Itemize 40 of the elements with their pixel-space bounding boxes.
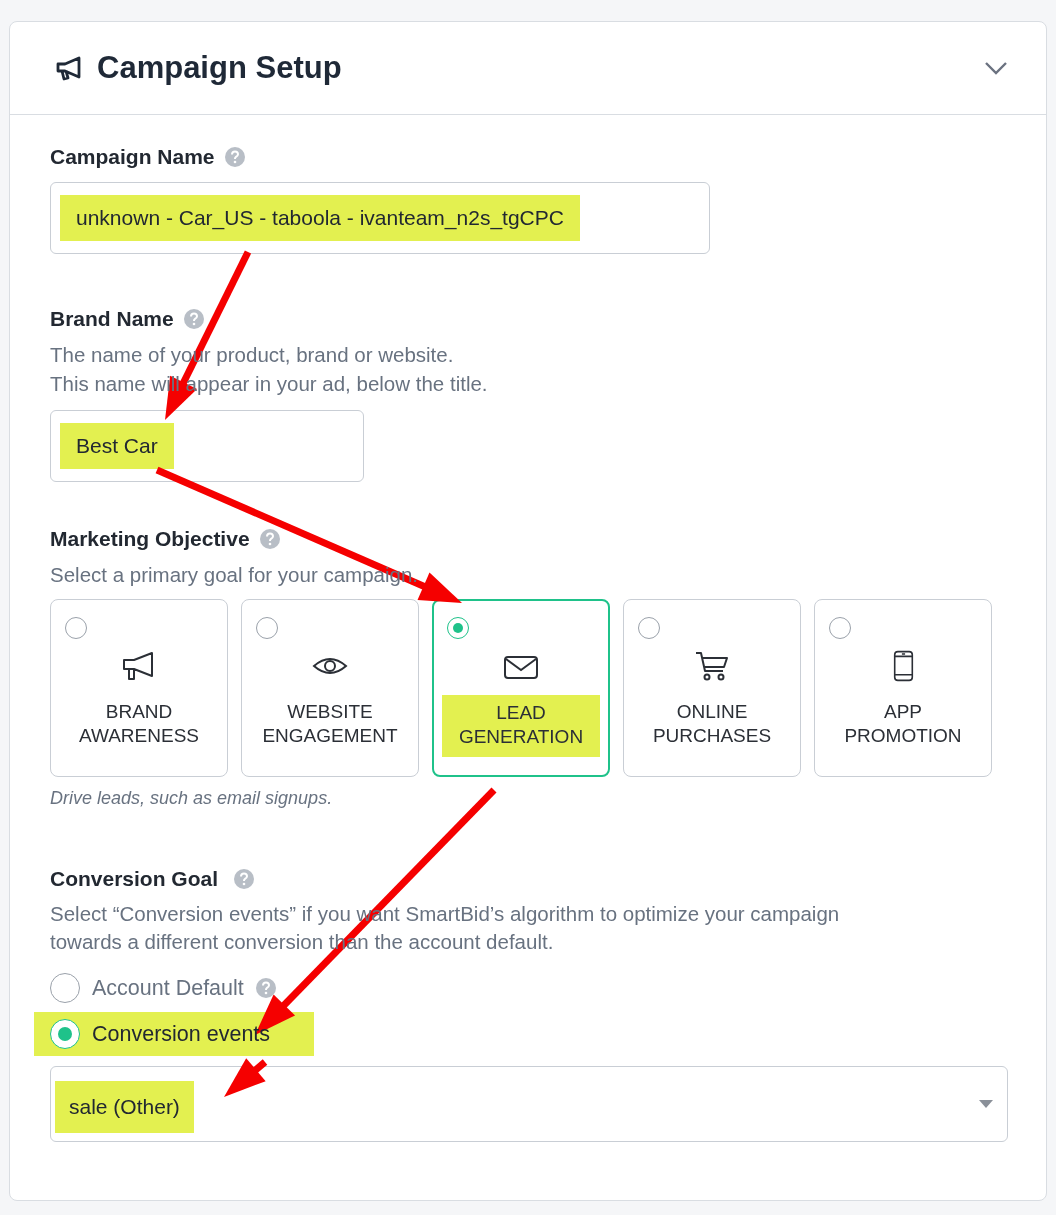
option-label: APP PROMOTION — [843, 700, 963, 748]
objective-option[interactable]: APP PROMOTION — [814, 599, 992, 777]
campaign-name-input[interactable]: unknown - Car_US - taboola - ivanteam_n2s_tgCPC — [50, 182, 710, 254]
option-label: LEAD GENERATION — [441, 695, 601, 757]
conversion-dropdown[interactable]: sale (Other) — [50, 1066, 1008, 1142]
radio-button[interactable] — [256, 617, 278, 639]
radio-option[interactable]: Conversion events — [34, 1012, 315, 1056]
radio-label[interactable]: Account Default — [92, 975, 244, 1001]
objective-option[interactable]: BRAND AWARENESS — [50, 599, 228, 777]
objective-option[interactable]: LEAD GENERATION — [432, 599, 610, 777]
help-icon[interactable] — [259, 529, 280, 549]
field-label: Campaign Name — [50, 145, 215, 169]
field-label: Conversion Goal — [50, 867, 219, 891]
option-label: ONLINE PURCHASES — [651, 700, 773, 748]
brand-name-input[interactable]: Best Car — [50, 410, 364, 482]
radio-button[interactable] — [50, 1019, 80, 1049]
radio-button[interactable] — [638, 617, 660, 639]
caret-icon — [979, 1100, 993, 1108]
objective-hint: Drive leads, such as email signups. — [50, 788, 334, 809]
objective-option[interactable]: ONLINE PURCHASES — [623, 599, 801, 777]
radio-button[interactable] — [50, 973, 80, 1003]
radio-button[interactable] — [829, 617, 851, 639]
option-label: BRAND AWARENESS — [78, 700, 200, 748]
option-label: WEBSITE ENGAGEMENT — [261, 700, 399, 748]
radio-button[interactable] — [447, 617, 469, 639]
cart-icon — [694, 650, 730, 682]
help-icon[interactable] — [183, 309, 204, 329]
annotation-arrow — [224, 1058, 268, 1097]
field-label: Marketing Objective — [50, 527, 250, 551]
panel-title: Campaign Setup — [97, 50, 343, 86]
objective-option[interactable]: WEBSITE ENGAGEMENT — [241, 599, 419, 777]
help-icon[interactable] — [255, 978, 276, 998]
radio-button[interactable] — [65, 617, 87, 639]
help-icon[interactable] — [234, 869, 255, 889]
megaphone-icon — [55, 55, 83, 81]
chevron-icon[interactable] — [984, 61, 1008, 75]
field-label: Brand Name — [50, 307, 174, 331]
help-icon[interactable] — [224, 147, 245, 167]
radio-option[interactable]: Account Default — [34, 966, 320, 1010]
radio-label[interactable]: Conversion events — [92, 1021, 271, 1047]
